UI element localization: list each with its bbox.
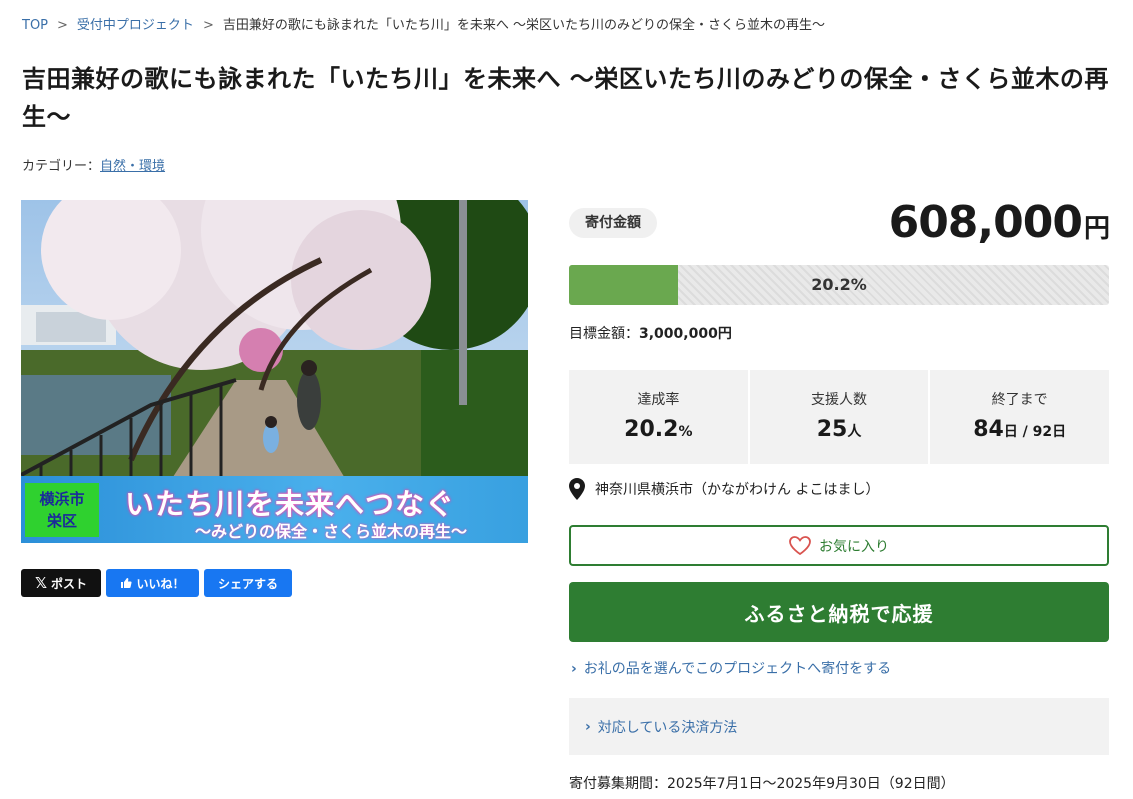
hero-sub-text: 〜みどりの保全・さくら並木の再生〜 — [195, 522, 468, 541]
donation-period: 寄付募集期間：2025年7月1日〜2025年9月30日（92日間） — [569, 776, 955, 792]
stat-number: 84 — [973, 417, 1004, 442]
x-post-label: ポスト — [51, 576, 88, 591]
stat-number: 25 — [816, 417, 848, 442]
facebook-like-label: いいね！ — [136, 576, 185, 591]
heart-icon — [789, 536, 811, 555]
stat-unit: 人 — [847, 424, 862, 440]
facebook-share-button[interactable]: シェアする — [204, 569, 292, 597]
stat-supporters: 支援人数 25人 — [749, 370, 929, 464]
category-label: カテゴリー： — [22, 159, 101, 174]
stat-days-remaining: 終了まで 84日 / 92日 — [930, 370, 1110, 464]
x-post-button[interactable]: 𝕏 ポスト — [21, 569, 101, 597]
gift-selection-link[interactable]: › お礼の品を選んでこのプロジェクトへ寄付をする — [571, 658, 891, 678]
facebook-like-button[interactable]: いいね！ — [106, 569, 199, 597]
stat-value: 20.2% — [569, 417, 748, 442]
progress-percent-text: 20.2% — [811, 275, 867, 294]
facebook-share-label: シェアする — [217, 576, 278, 591]
stat-value: 84日 / 92日 — [930, 417, 1109, 442]
hero-badge-line2: 栄区 — [46, 512, 77, 530]
stat-unit: 日 / 92日 — [1003, 424, 1067, 440]
project-hero-image: 横浜市 栄区 いたち川を未来へつなぐ 〜みどりの保全・さくら並木の再生〜 — [21, 200, 528, 543]
donation-amount-label: 寄付金額 — [569, 208, 657, 238]
hero-main-text: いたち川を未来へつなぐ — [125, 487, 456, 521]
category: カテゴリー：自然・環境 — [22, 155, 165, 174]
thumbs-up-icon — [121, 578, 133, 588]
stat-number: 20.2 — [624, 417, 679, 442]
breadcrumb: TOP > 受付中プロジェクト > 吉田兼好の歌にも詠まれた「いたち川」を未来へ 〜栄区… — [22, 14, 825, 33]
chevron-right-icon: › — [585, 718, 591, 735]
stat-label: 達成率 — [637, 392, 680, 408]
stats-grid: 達成率 20.2% 支援人数 25人 終了まで 84日 / 92日 — [569, 370, 1110, 464]
breadcrumb-top-link[interactable]: TOP — [22, 18, 48, 33]
breadcrumb-separator: > — [57, 18, 68, 33]
gift-selection-label: お礼の品を選んでこのプロジェクトへ寄付をする — [583, 661, 892, 677]
donation-amount-unit: 円 — [1083, 214, 1110, 244]
target-amount: 目標金額：3,000,000円 — [569, 323, 732, 343]
target-amount-label: 目標金額： — [569, 326, 639, 342]
breadcrumb-current: 吉田兼好の歌にも詠まれた「いたち川」を未来へ 〜栄区いたち川のみどりの保全・さく… — [222, 18, 825, 33]
stat-value: 25人 — [750, 417, 929, 442]
page-title: 吉田兼好の歌にも詠まれた「いたち川」を未来へ 〜栄区いたち川のみどりの保全・さく… — [22, 65, 1109, 131]
hero-badge: 横浜市 栄区 — [25, 483, 99, 537]
stat-label: 終了まで — [991, 392, 1048, 408]
breadcrumb-separator: > — [202, 18, 214, 33]
location-text: 神奈川県横浜市（かながわけん よこはまし） — [595, 482, 880, 498]
furusato-donate-button[interactable]: ふるさと納税で応援 — [569, 582, 1109, 642]
stat-achievement-rate: 達成率 20.2% — [569, 370, 748, 464]
location: 神奈川県横浜市（かながわけん よこはまし） — [569, 478, 879, 500]
x-logo-icon: 𝕏 — [34, 574, 48, 592]
breadcrumb-projects-link[interactable]: 受付中プロジェクト — [77, 18, 194, 33]
favorite-label: お気に入り — [819, 538, 889, 555]
payment-methods-toggle[interactable]: › 対応している決済方法 — [569, 698, 1109, 755]
stat-label: 支援人数 — [811, 392, 867, 408]
donation-amount: 608,000円 — [888, 197, 1110, 248]
payment-methods-label: 対応している決済方法 — [597, 719, 738, 736]
favorite-button[interactable]: お気に入り — [569, 525, 1109, 566]
progress-bar: 20.2% — [569, 265, 1109, 305]
map-pin-icon — [569, 478, 585, 500]
target-amount-value: 3,000,000円 — [639, 326, 732, 342]
share-buttons: 𝕏 ポスト いいね！ シェアする — [21, 569, 292, 597]
stat-unit: % — [678, 424, 693, 440]
hero-badge-line1: 横浜市 — [39, 490, 85, 508]
category-link[interactable]: 自然・環境 — [100, 159, 165, 174]
chevron-right-icon: › — [571, 661, 577, 677]
donation-amount-value: 608,000 — [888, 197, 1083, 248]
hero-banner: 横浜市 栄区 いたち川を未来へつなぐ 〜みどりの保全・さくら並木の再生〜 — [21, 476, 528, 543]
